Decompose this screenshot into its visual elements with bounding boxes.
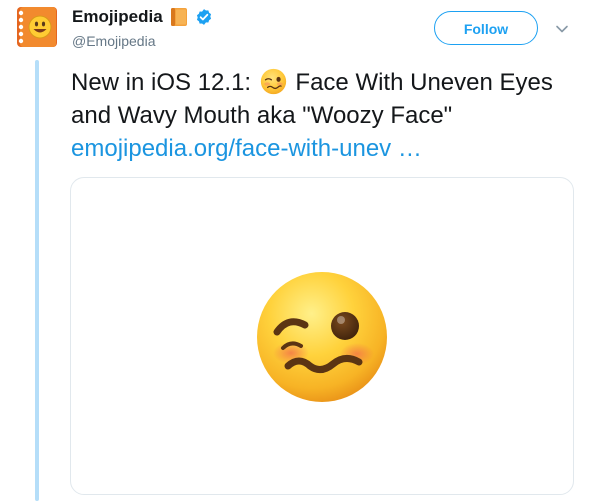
avatar[interactable]	[14, 4, 60, 50]
tweet-text: New in iOS 12.1: Face With Uneven Eyes a…	[71, 66, 581, 165]
author-handle[interactable]: @Emojipedia	[72, 33, 155, 49]
woozy-face-icon	[260, 68, 286, 95]
author-name-row[interactable]: Emojipedia	[72, 5, 213, 29]
follow-button[interactable]: Follow	[434, 11, 538, 45]
tweet-text-intro: New in iOS 12.1:	[71, 69, 258, 96]
verified-badge-icon	[196, 9, 211, 25]
display-name[interactable]: Emojipedia	[72, 7, 163, 27]
woozy-face-icon	[257, 272, 387, 402]
orange-book-icon	[170, 8, 187, 26]
media-card[interactable]	[70, 177, 574, 495]
emojipedia-book-icon	[17, 7, 57, 47]
chevron-down-icon[interactable]	[555, 22, 569, 36]
tweet-link[interactable]: emojipedia.org/face-with-unev …	[71, 135, 422, 162]
thread-line	[35, 60, 39, 501]
